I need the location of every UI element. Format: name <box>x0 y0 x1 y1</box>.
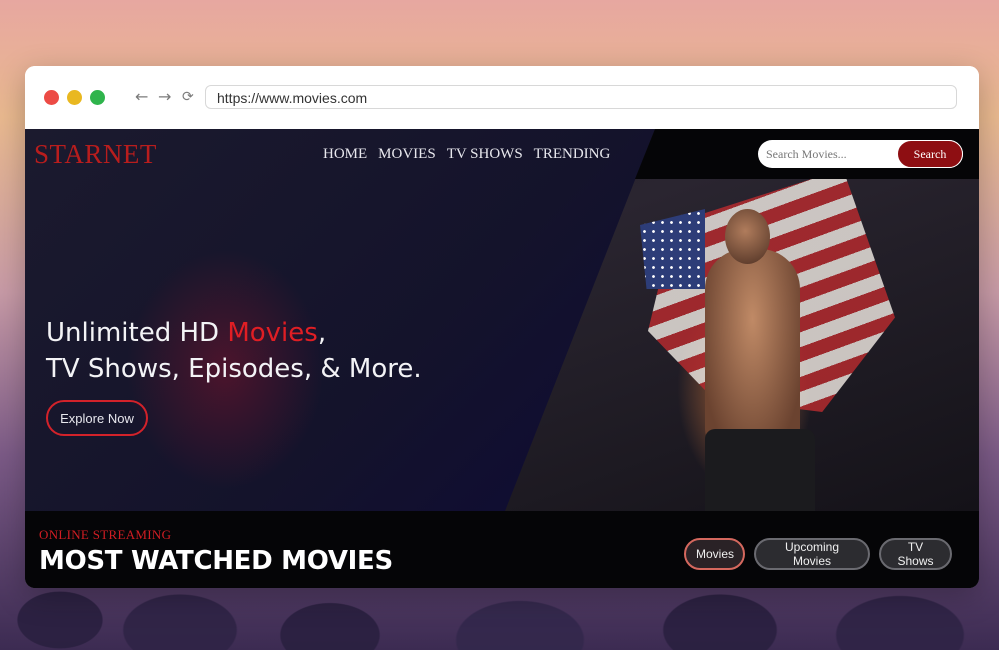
reload-icon[interactable]: ⟳ <box>182 89 194 105</box>
search-button[interactable]: Search <box>897 140 963 168</box>
hero-title: Unlimited HD Movies, TV Shows, Episodes,… <box>46 315 422 387</box>
boxer-image <box>705 249 800 449</box>
browser-toolbar: ← → ⟳ https://www.movies.com <box>25 66 979 129</box>
boxer-shorts-image <box>705 429 815 511</box>
section-title: MOST WATCHED MOVIES <box>39 546 393 576</box>
nav-trending[interactable]: TRENDING <box>534 146 611 163</box>
filter-tv-shows-button[interactable]: TV Shows <box>879 538 952 570</box>
browser-window: ← → ⟳ https://www.movies.com STARNET HOM… <box>25 66 979 588</box>
arrow-right-icon[interactable]: → <box>158 87 171 106</box>
nav-movies[interactable]: MOVIES <box>378 146 436 163</box>
boxer-head-image <box>725 209 770 264</box>
hero-title-part2: , <box>317 318 327 348</box>
filter-movies-button[interactable]: Movies <box>684 538 745 570</box>
maximize-window-button[interactable] <box>90 90 105 105</box>
main-nav: HOME MOVIES TV SHOWS TRENDING <box>323 146 610 163</box>
close-window-button[interactable] <box>44 90 59 105</box>
hero-title-line2: TV Shows, Episodes, & More. <box>46 354 422 384</box>
section-header-bar: ONLINE STREAMING MOST WATCHED MOVIES Mov… <box>25 511 979 588</box>
hero-title-highlight: Movies <box>227 318 318 348</box>
site-header: STARNET HOME MOVIES TV SHOWS TRENDING Se… <box>25 129 979 179</box>
nav-home[interactable]: HOME <box>323 146 367 163</box>
website-viewport: STARNET HOME MOVIES TV SHOWS TRENDING Se… <box>25 129 979 588</box>
section-kicker: ONLINE STREAMING <box>39 527 172 542</box>
explore-now-button[interactable]: Explore Now <box>46 400 148 436</box>
search-input[interactable] <box>758 140 898 168</box>
arrow-left-icon[interactable]: ← <box>135 87 148 106</box>
address-bar[interactable]: https://www.movies.com <box>205 85 957 109</box>
search-box: Search <box>758 140 963 168</box>
filter-upcoming-movies-button[interactable]: Upcoming Movies <box>754 538 870 570</box>
nav-tv-shows[interactable]: TV SHOWS <box>447 146 523 163</box>
site-logo[interactable]: STARNET <box>34 139 157 170</box>
minimize-window-button[interactable] <box>67 90 82 105</box>
hero-title-part1: Unlimited HD <box>46 318 228 348</box>
